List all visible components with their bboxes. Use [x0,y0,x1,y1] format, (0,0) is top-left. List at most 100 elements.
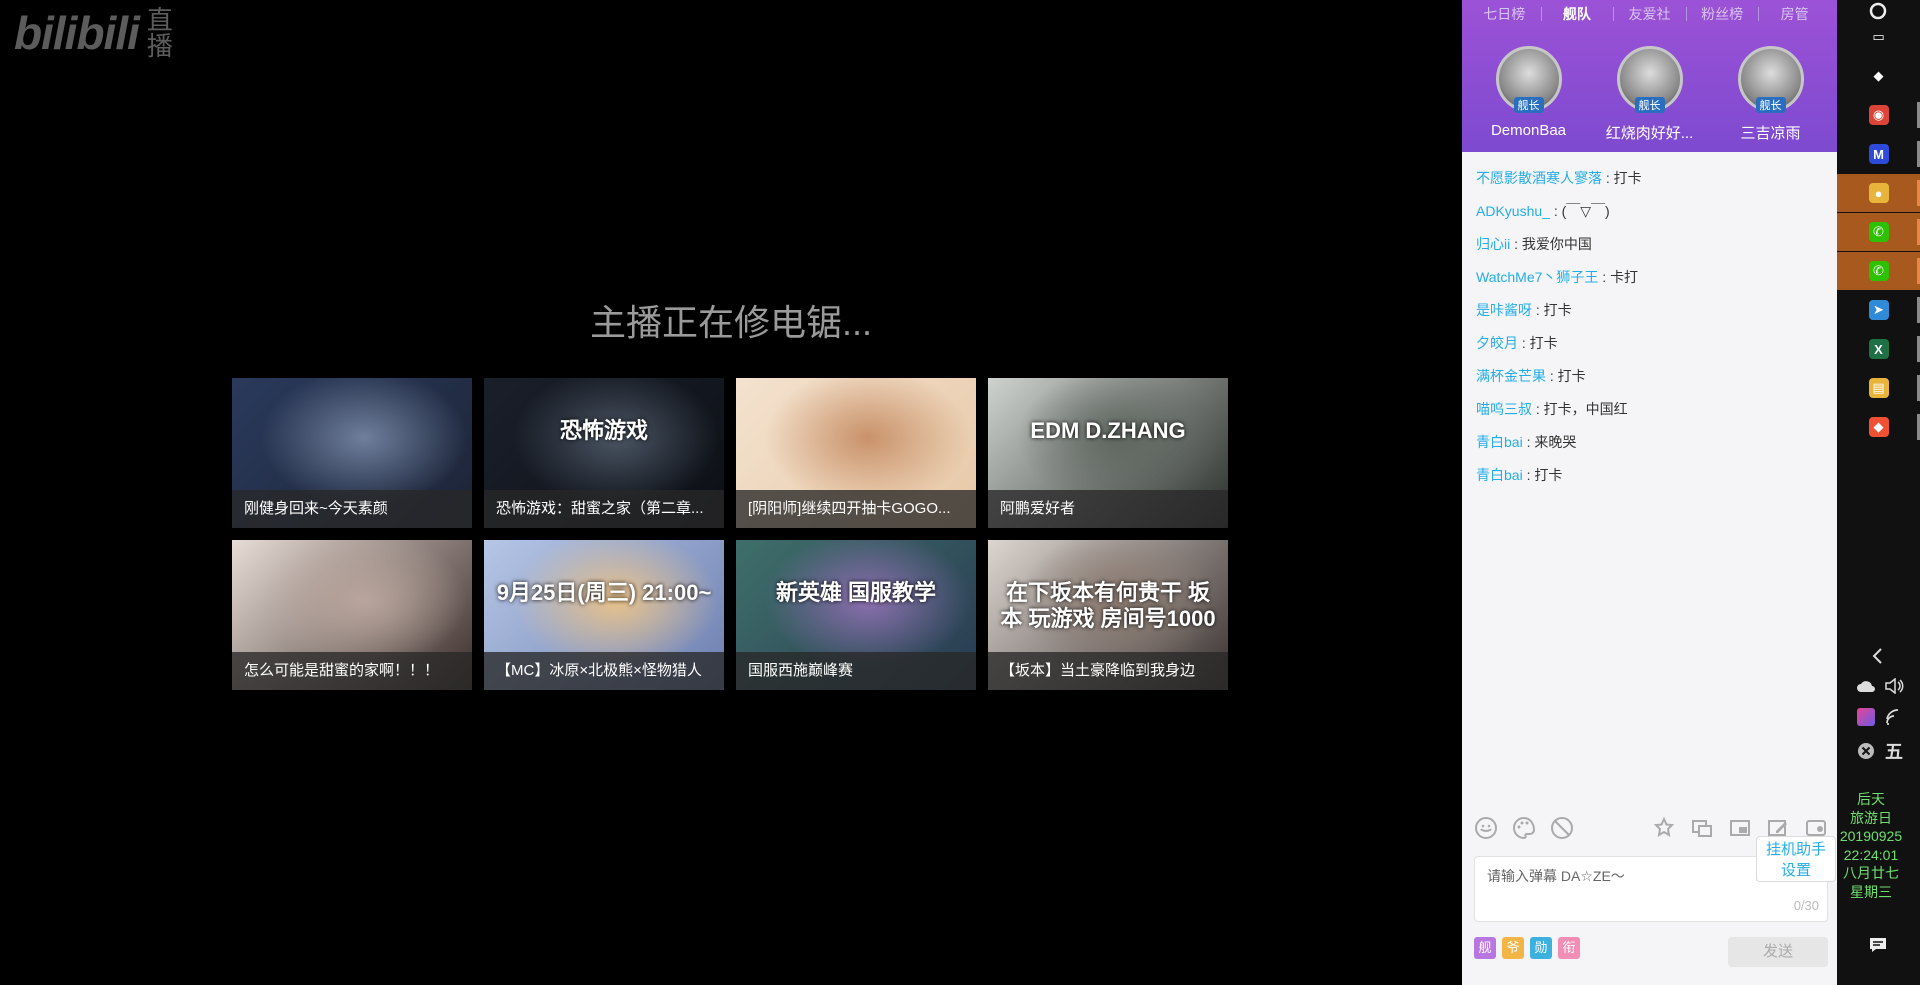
emoji-icon[interactable] [1472,814,1500,842]
medal-badge[interactable]: 舰 [1474,937,1496,959]
room-title: 恐怖游戏：甜蜜之家（第二章... [484,490,724,528]
close-circle-icon[interactable] [1855,740,1877,762]
room-card[interactable]: [阴阳师]继续四开抽卡GOGO... [736,378,976,528]
room-title: [阴阳师]继续四开抽卡GOGO... [736,490,976,528]
message-username[interactable]: 青白bai [1476,467,1523,483]
rank-tab[interactable]: 粉丝榜 [1685,4,1759,24]
room-card[interactable]: EDM D.ZHANG 阿鹏爱好者 [988,378,1228,528]
notification-icon[interactable] [1867,934,1889,956]
message-username[interactable]: 归心ii [1476,236,1510,252]
message-separator: : [1510,236,1522,252]
chat-panel: 七日榜 舰队 友爱社 粉丝榜 房管 舰长 DemonBaa 舰长 红烧肉好好... 舰长 三吉凉雨… [1462,0,1837,985]
taskbar-app[interactable]: ◉ [1837,96,1920,134]
taskbar-app[interactable]: ✆ [1837,252,1920,290]
chevron-left-icon[interactable] [1867,645,1889,667]
message-username[interactable]: 不愿影散酒寒人寥落 [1476,170,1602,186]
gift-effect-icon[interactable] [1650,814,1678,842]
colorful-app-icon[interactable] [1855,706,1877,728]
message-text: 我爱你中国 [1521,236,1592,252]
captain-entry[interactable]: 舰长 红烧肉好好... [1600,46,1700,143]
message-separator: : [1532,302,1544,318]
message-username[interactable]: 满杯金芒果 [1476,368,1546,384]
copy-icon[interactable] [1688,814,1716,842]
danmaku-message: WatchMe7丶狮子王 : 卡打 [1476,265,1823,298]
bilibili-live-logo[interactable]: bilibili 直播 [14,6,175,60]
file-explorer-icon: ▤ [1868,378,1889,398]
danmaku-input[interactable] [1485,867,1759,885]
message-text: 打卡 [1543,302,1572,318]
taskbar-app[interactable]: ◆ [1837,57,1920,95]
block-icon[interactable] [1548,814,1576,842]
ime-indicator[interactable]: 五 [1883,740,1905,762]
send-button[interactable]: 发送 [1728,937,1828,967]
message-text: 打卡 [1613,170,1642,186]
taskbar-app[interactable]: ✆ [1837,213,1920,251]
clock-line: 后天 [1857,791,1885,807]
captain-entry[interactable]: 舰长 三吉凉雨 [1721,46,1821,143]
taskbar-app[interactable]: X [1837,330,1920,368]
message-username[interactable]: 喵呜三叔 [1476,401,1532,417]
medal-badge[interactable]: 爷 [1502,937,1524,959]
danmaku-message: 是咔酱呀 : 打卡 [1476,298,1823,331]
window-icon[interactable] [1726,814,1754,842]
taskbar-app[interactable]: ● [1837,174,1920,212]
message-separator: : [1598,269,1611,285]
volume-icon[interactable] [1883,675,1905,697]
danmaku-message: 青白bai : 来晚哭 [1476,430,1823,463]
clock-line: 八月廿七 [1843,865,1899,881]
room-card[interactable]: 怎么可能是甜蜜的家啊！！！ [232,540,472,690]
clock-line: 星期三 [1850,883,1892,900]
rank-tab[interactable]: 友爱社 [1613,4,1686,24]
idle-helper-settings-button[interactable]: 挂机助手 设置 [1756,836,1836,882]
wechat-icon: ✆ [1868,261,1889,281]
app-window-icon: ▭ [1868,27,1889,47]
message-username[interactable]: 青白bai [1476,434,1523,450]
taskbar-app[interactable]: ▭ [1837,18,1920,56]
danmaku-message: 满杯金芒果 : 打卡 [1476,364,1823,397]
medal-badge[interactable]: 勋 [1530,937,1552,959]
clock-line: 旅游日 [1850,809,1892,826]
palette-icon[interactable] [1510,814,1538,842]
message-text: 打卡 [1529,335,1558,351]
thumbnail-text: 新英雄 国服教学 [775,580,937,605]
taskbar-app[interactable]: M [1837,135,1920,173]
captain-entry[interactable]: 舰长 DemonBaa [1479,46,1579,143]
char-counter: 0/30 [1793,898,1819,913]
room-card[interactable]: 9月25日(周三) 21:00~ 【MC】冰原×北极熊×怪物猎人 [484,540,724,690]
thumbnail-text: EDM D.ZHANG [1030,418,1186,443]
helper-label-line2: 设置 [1780,862,1811,879]
captain-badge: 舰长 [1755,97,1786,113]
clock-line: 22:24:01 [1843,846,1899,863]
room-card[interactable]: 恐怖游戏 恐怖游戏：甜蜜之家（第二章... [484,378,724,528]
rank-tab[interactable]: 七日榜 [1468,4,1541,24]
message-separator: : [1522,467,1535,483]
feishu-icon: ➤ [1868,300,1889,320]
message-text: 打卡 [1534,467,1563,483]
message-separator: : [1518,335,1530,351]
rank-tab[interactable]: 房管 [1758,4,1831,24]
message-username[interactable]: 夕皎月 [1476,335,1518,351]
clock-line: 20190925 [1839,828,1903,844]
medal-badge[interactable]: 衔 [1558,937,1580,959]
message-username[interactable]: 是咔酱呀 [1476,302,1532,318]
taskbar-app[interactable]: ▤ [1837,369,1920,407]
wifi-icon[interactable] [1883,706,1905,728]
rank-tabs: 七日榜 舰队 友爱社 粉丝榜 房管 [1462,0,1837,28]
room-card[interactable]: 在下坂本有何贵干 坂本 玩游戏 房间号1000 【坂本】当土豪降临到我身边 [988,540,1228,690]
taskbar-app[interactable]: ◆ [1837,408,1920,446]
cloud-icon[interactable] [1855,675,1877,697]
room-card[interactable]: 新英雄 国服教学 国服西施巅峰赛 [736,540,976,690]
room-title: 【坂本】当土豪降临到我身边 [988,652,1228,690]
clock[interactable]: 后天旅游日 20190925 22:24:01 八月廿七星期三 [1837,790,1905,901]
avatar: 舰长 [1737,46,1804,113]
rank-header: 七日榜 舰队 友爱社 粉丝榜 房管 舰长 DemonBaa 舰长 红烧肉好好... 舰长 三吉凉雨 [1462,0,1837,152]
message-separator: : [1602,170,1614,186]
taskbar-app[interactable]: ➤ [1837,291,1920,329]
message-username[interactable]: WatchMe7丶狮子王 [1476,269,1598,285]
captain-badge: 舰长 [1634,97,1665,113]
message-username[interactable]: ADKyushu_ [1476,203,1550,219]
message-separator: : [1549,203,1562,219]
danmaku-message: 青白bai : 打卡 [1476,463,1823,496]
room-card[interactable]: 刚健身回来~今天素颜 [232,378,472,528]
rank-tab[interactable]: 舰队 [1540,4,1614,24]
